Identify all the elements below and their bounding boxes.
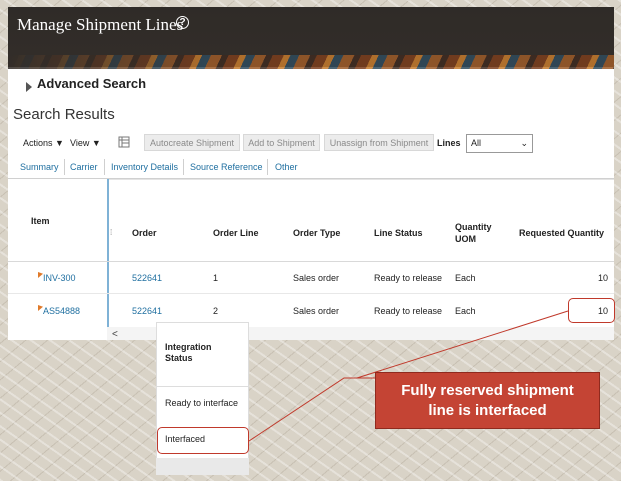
lines-select-value: All <box>471 138 482 148</box>
actions-menu[interactable]: Actions ▼ <box>23 138 64 148</box>
scroll-left-icon[interactable]: < <box>112 329 118 340</box>
banner-line1: Fully reserved shipment <box>401 382 574 399</box>
chevron-down-icon: ⌄ <box>520 138 528 148</box>
uom-value: Each <box>455 306 476 316</box>
unassign-from-shipment-button[interactable]: Unassign from Shipment <box>324 134 434 151</box>
column-header-item[interactable]: Item <box>31 216 50 226</box>
search-results-title: Search Results <box>13 106 115 123</box>
column-header-quantity[interactable]: Quantity <box>455 222 492 232</box>
order-line-value: 1 <box>213 273 219 283</box>
column-header-uom[interactable]: UOM <box>455 234 476 244</box>
frozen-column-divider <box>107 179 109 327</box>
view-menu[interactable]: View ▼ <box>70 138 101 148</box>
uom-value: Each <box>455 273 476 283</box>
order-link[interactable]: 522641 <box>132 306 162 316</box>
tab-source-reference[interactable]: Source Reference <box>190 162 263 172</box>
integration-status-header-line2: Status <box>165 353 193 363</box>
lines-select[interactable]: All ⌄ <box>466 134 533 153</box>
column-header-order-type[interactable]: Order Type <box>293 228 340 238</box>
item-link[interactable]: INV-300 <box>43 273 76 283</box>
interfaced-highlight: Interfaced <box>157 427 249 454</box>
header-row-divider <box>8 261 614 262</box>
advanced-search-toggle[interactable]: Advanced Search <box>37 76 146 91</box>
tab-other[interactable]: Other <box>275 162 298 172</box>
tab-divider <box>183 159 184 175</box>
tab-summary[interactable]: Summary <box>20 162 59 172</box>
row-divider <box>8 293 614 294</box>
expand-triangle-icon[interactable] <box>25 82 33 92</box>
column-resize-handle-icon[interactable]: ⁞ <box>110 228 112 237</box>
header-decoration <box>8 55 614 69</box>
column-header-requested-quantity[interactable]: Requested Quantity <box>519 228 604 238</box>
tab-carrier[interactable]: Carrier <box>70 162 98 172</box>
integration-status-header: Integration Status <box>165 342 212 364</box>
order-link[interactable]: 522641 <box>132 273 162 283</box>
add-to-shipment-button[interactable]: Add to Shipment <box>243 134 320 151</box>
banner-line2: line is interfaced <box>428 402 547 419</box>
line-status-value: Ready to release <box>374 273 443 283</box>
lines-label: Lines <box>437 138 461 148</box>
requested-quantity-value: 10 <box>598 273 609 283</box>
autocreate-shipment-button[interactable]: Autocreate Shipment <box>144 134 240 151</box>
requested-quantity-highlight <box>568 298 615 323</box>
tab-divider <box>267 159 268 175</box>
integration-status-header-line1: Integration <box>165 342 212 352</box>
grid-header-top-line <box>107 179 614 180</box>
column-header-order-line[interactable]: Order Line <box>213 228 259 238</box>
integration-status-value: Interfaced <box>165 434 206 444</box>
callout-divider <box>157 386 248 387</box>
order-line-value: 2 <box>213 306 219 316</box>
order-type-value: Sales order <box>293 273 340 283</box>
page-title: Manage Shipment Lines <box>17 15 184 34</box>
order-type-value: Sales order <box>293 306 340 316</box>
freeze-columns-icon[interactable] <box>118 136 130 148</box>
integration-status-value: Ready to interface <box>165 398 239 408</box>
item-link[interactable]: AS54888 <box>43 306 80 316</box>
tab-divider <box>104 159 105 175</box>
page-header: Manage Shipment Lines ? <box>8 7 614 69</box>
column-header-line-status[interactable]: Line Status <box>374 228 423 238</box>
annotation-banner: Fully reserved shipment line is interfac… <box>375 372 600 429</box>
help-icon[interactable]: ? <box>176 16 189 29</box>
line-status-value: Ready to release <box>374 306 443 316</box>
tab-divider <box>64 159 65 175</box>
app-window: Manage Shipment Lines ? Advanced Search … <box>8 7 614 340</box>
callout-footer <box>156 458 249 475</box>
column-header-order[interactable]: Order <box>132 228 157 238</box>
tab-inventory-details[interactable]: Inventory Details <box>111 162 178 172</box>
